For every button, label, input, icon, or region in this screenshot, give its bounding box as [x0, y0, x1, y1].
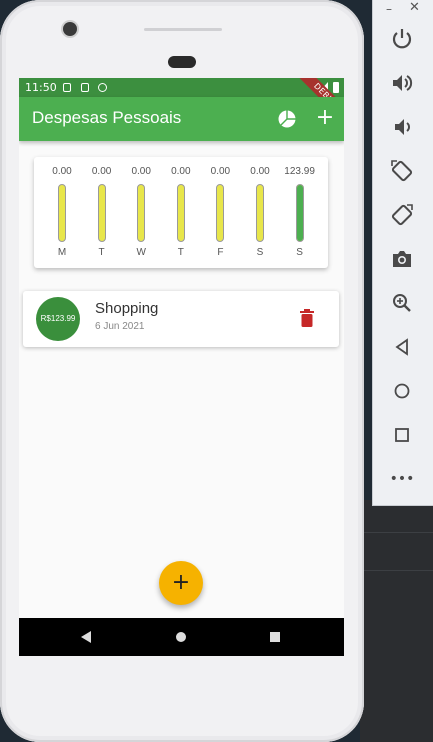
overview-icon[interactable]	[389, 422, 415, 448]
app-bar: Despesas Pessoais +	[19, 97, 344, 141]
chart-bar-column: 0.00 M	[42, 157, 82, 268]
device-frame: 11:50 DEBUG Despesas Pessoais + 0.00 M 0…	[0, 0, 364, 742]
bar-amount-label: 0.00	[210, 166, 231, 177]
bar-track	[97, 184, 106, 242]
transaction-title: Shopping	[95, 300, 159, 317]
bar-track	[256, 184, 264, 242]
bar-day-label: T	[177, 247, 184, 258]
delete-button[interactable]	[300, 309, 314, 327]
sd-card-icon	[81, 83, 89, 92]
chart-bar-column: 0.00 S	[240, 157, 280, 268]
nav-home-button[interactable]	[176, 632, 186, 642]
zoom-icon[interactable]	[389, 290, 415, 316]
pie-chart-icon[interactable]	[277, 109, 297, 129]
nav-recents-button[interactable]	[270, 632, 280, 642]
bar-amount-label: 0.00	[250, 166, 270, 177]
bar-track	[216, 184, 225, 242]
bar-amount-label: 0.00	[52, 166, 72, 177]
bar-amount-label: 0.00	[131, 166, 151, 177]
plus-icon: +	[171, 570, 191, 595]
back-icon[interactable]	[389, 334, 415, 360]
add-transaction-button[interactable]: +	[315, 105, 335, 131]
more-icon[interactable]: •••	[389, 468, 415, 494]
device-screen: 11:50 DEBUG Despesas Pessoais + 0.00 M 0…	[19, 78, 344, 656]
battery-icon	[333, 82, 339, 93]
chart-bar-column: 0.00 F	[200, 157, 240, 268]
status-bar: 11:50 DEBUG	[19, 78, 344, 126]
chart-bar-column: 0.00 T	[161, 157, 201, 268]
trash-icon	[300, 309, 314, 327]
chart-bar-column: 0.00 T	[82, 157, 122, 268]
bar-track	[176, 184, 185, 242]
earpiece	[168, 56, 196, 68]
minimize-button[interactable]: –	[386, 2, 392, 16]
status-time: 11:50	[25, 81, 57, 94]
ide-background-panel	[360, 500, 433, 742]
bar-track	[295, 184, 304, 242]
camera-icon[interactable]	[389, 246, 415, 272]
rotate-left-icon[interactable]	[389, 158, 415, 184]
bar-amount-label: 123.99	[284, 166, 315, 177]
volume-down-icon[interactable]	[389, 114, 415, 140]
floating-add-button[interactable]: +	[159, 561, 203, 605]
bar-track	[58, 184, 66, 242]
home-icon[interactable]	[389, 378, 415, 404]
bar-day-label: S	[296, 247, 303, 258]
bar-amount-label: 0.00	[171, 166, 191, 177]
weekly-chart-card: 0.00 M 0.00 T 0.00 W 0.00 T 0.00 F 0.00 S 123.99 S	[34, 157, 328, 268]
bar-amount-label: 0.00	[91, 166, 112, 177]
page-title: Despesas Pessoais	[32, 108, 182, 127]
emulator-toolbar: – ✕ •••	[372, 0, 433, 506]
bar-day-label: T	[98, 247, 105, 258]
sync-icon	[98, 83, 107, 92]
notification-icon	[63, 83, 71, 92]
bar-fill	[296, 185, 303, 241]
bar-day-label: F	[217, 247, 224, 258]
device-speaker-grille	[144, 28, 222, 31]
bar-day-label: S	[256, 247, 264, 258]
bar-day-label: W	[136, 247, 146, 258]
chart-bar-column: 123.99 S	[280, 157, 320, 268]
bar-day-label: M	[57, 247, 67, 258]
power-icon[interactable]	[389, 26, 415, 52]
volume-up-icon[interactable]	[389, 70, 415, 96]
plus-icon: +	[315, 105, 335, 130]
close-button[interactable]: ✕	[409, 0, 420, 15]
bar-track	[137, 184, 146, 242]
chart-bar-column: 0.00 W	[121, 157, 161, 268]
amount-avatar: R$123.99	[36, 297, 80, 341]
transaction-date: 6 Jun 2021	[95, 321, 145, 332]
nav-back-button[interactable]	[81, 631, 91, 643]
system-nav-bar	[19, 618, 344, 656]
front-camera	[63, 22, 77, 36]
rotate-right-icon[interactable]	[389, 202, 415, 228]
transaction-card: R$123.99 Shopping 6 Jun 2021	[23, 291, 339, 347]
